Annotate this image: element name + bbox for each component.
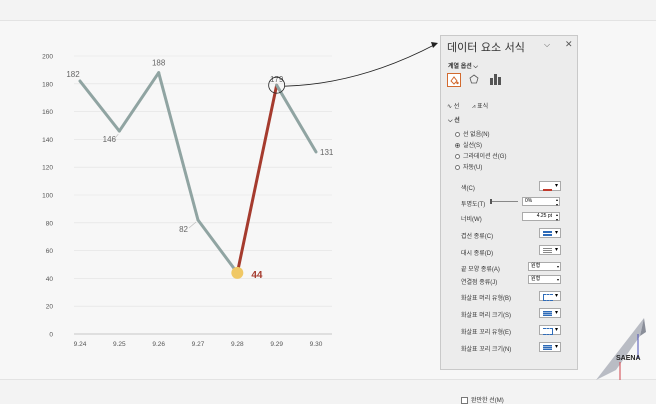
y-tick-label: 60 — [46, 248, 54, 255]
chevron-down-icon[interactable]: ⌵ — [544, 40, 550, 50]
y-axis: 0 20 40 60 80 100 120 140 160 180 200 — [42, 54, 53, 339]
x-tick-label: 9.25 — [113, 341, 126, 348]
fill-line-tab[interactable] — [447, 73, 461, 87]
saena-logo: SAENA — [596, 318, 646, 380]
radio-solid-line[interactable]: 실선(S) — [455, 140, 482, 149]
radio-no-line[interactable]: 선 없음(N) — [455, 129, 490, 138]
compound-type-button[interactable]: ▾ — [539, 228, 561, 238]
callout-arrowhead — [431, 42, 438, 48]
series-segment — [157, 71, 200, 222]
x-tick-label: 9.26 — [152, 341, 165, 348]
x-tick-label: 9.24 — [74, 341, 87, 348]
begin-arrow-type-button[interactable]: ▾ — [539, 291, 561, 301]
series-options-tab[interactable] — [489, 73, 503, 87]
transparency-field[interactable]: 0% ▴ ▾ — [522, 197, 560, 207]
minimum-point-marker — [231, 266, 244, 279]
data-label: 82 — [179, 225, 188, 234]
y-tick-label: 20 — [46, 304, 54, 311]
data-label: 131 — [320, 148, 334, 157]
y-tick-label: 100 — [42, 193, 53, 200]
radio-auto-line[interactable]: 자동(U) — [455, 162, 482, 171]
y-tick-label: 180 — [42, 81, 53, 88]
data-label: 188 — [152, 59, 166, 68]
tab-marker[interactable]: ⩘ 표식 — [472, 101, 488, 111]
data-label: 146 — [103, 135, 117, 144]
bar-chart-icon — [490, 74, 501, 85]
cap-type-label: 끝 모양 종류(A) — [461, 267, 500, 273]
y-tick-label: 160 — [42, 109, 53, 116]
highlighted-segment — [235, 83, 279, 275]
y-tick-label: 200 — [42, 54, 53, 61]
close-icon[interactable]: ✕ — [565, 39, 573, 50]
data-label: 182 — [66, 70, 80, 79]
y-tick-label: 0 — [49, 332, 53, 339]
transparency-label: 투명도(T) — [461, 202, 486, 208]
color-picker-button[interactable]: ▾ — [539, 181, 561, 191]
end-arrow-type-button[interactable]: ▾ — [539, 325, 561, 335]
cap-type-select[interactable]: 원형 ▾ — [528, 262, 561, 271]
width-field[interactable]: 4.25 pt ▴ ▾ — [522, 212, 560, 222]
x-tick-label: 9.27 — [192, 341, 205, 348]
x-axis: 9.24 9.25 9.26 9.27 9.28 9.29 9.30 — [74, 333, 332, 348]
end-arrow-size-label: 화살표 꼬리 크기(N) — [461, 347, 512, 353]
series-points — [231, 266, 244, 279]
join-type-select[interactable]: 원형 ▾ — [528, 275, 561, 284]
begin-arrow-type-label: 화살표 머리 유형(B) — [461, 296, 511, 302]
callout-arrow — [284, 43, 437, 87]
series-segment — [196, 218, 239, 275]
effects-tab[interactable] — [468, 73, 482, 87]
dash-type-button[interactable]: ▾ — [539, 245, 561, 255]
tab-line[interactable]: ∿ 선 — [447, 101, 459, 110]
series-option-dropdown[interactable]: 계열 옵션 ⌵ — [448, 61, 478, 71]
transparency-slider[interactable] — [490, 201, 518, 202]
series-segment — [117, 71, 161, 133]
x-tick-label: 9.30 — [310, 341, 323, 348]
section-line-header[interactable]: ⌵ 선 — [448, 115, 460, 125]
begin-arrow-size-label: 화살표 머리 크기(S) — [461, 313, 511, 319]
x-tick-label: 9.29 — [270, 341, 283, 348]
y-tick-label: 40 — [46, 276, 54, 283]
data-label: 179 — [270, 75, 284, 84]
width-label: 너비(W) — [461, 217, 482, 223]
data-labels: 182 146 188 82 44 179 131 — [66, 59, 334, 281]
radio-gradient-line[interactable]: 그라데이션 선(G) — [455, 151, 506, 160]
pentagon-icon — [469, 74, 479, 84]
join-type-label: 연결점 종류(J) — [461, 280, 498, 286]
series-segment — [275, 83, 318, 154]
series-segment — [78, 79, 121, 133]
pane-title: 데이터 요소 서식 — [447, 41, 525, 54]
compound-type-label: 겹선 종류(C) — [461, 234, 494, 240]
end-arrow-size-button[interactable]: ▾ — [539, 342, 561, 352]
paint-bucket-icon — [450, 76, 459, 85]
begin-arrow-size-button[interactable]: ▾ — [539, 308, 561, 318]
pen-color-icon — [543, 184, 552, 191]
end-arrow-type-label: 화살표 꼬리 유형(E) — [461, 330, 511, 336]
y-tick-label: 80 — [46, 220, 54, 227]
chart-grid — [74, 55, 332, 335]
y-tick-label: 120 — [42, 165, 53, 172]
series-lines — [78, 71, 318, 275]
logo-text: SAENA — [616, 355, 641, 362]
color-label: 색(C) — [461, 186, 475, 192]
x-tick-label: 9.28 — [231, 341, 244, 348]
dash-type-label: 대시 종류(D) — [461, 251, 494, 257]
data-label: 44 — [251, 270, 263, 281]
transparency-slider-handle[interactable] — [490, 199, 492, 204]
y-tick-label: 140 — [42, 137, 53, 144]
